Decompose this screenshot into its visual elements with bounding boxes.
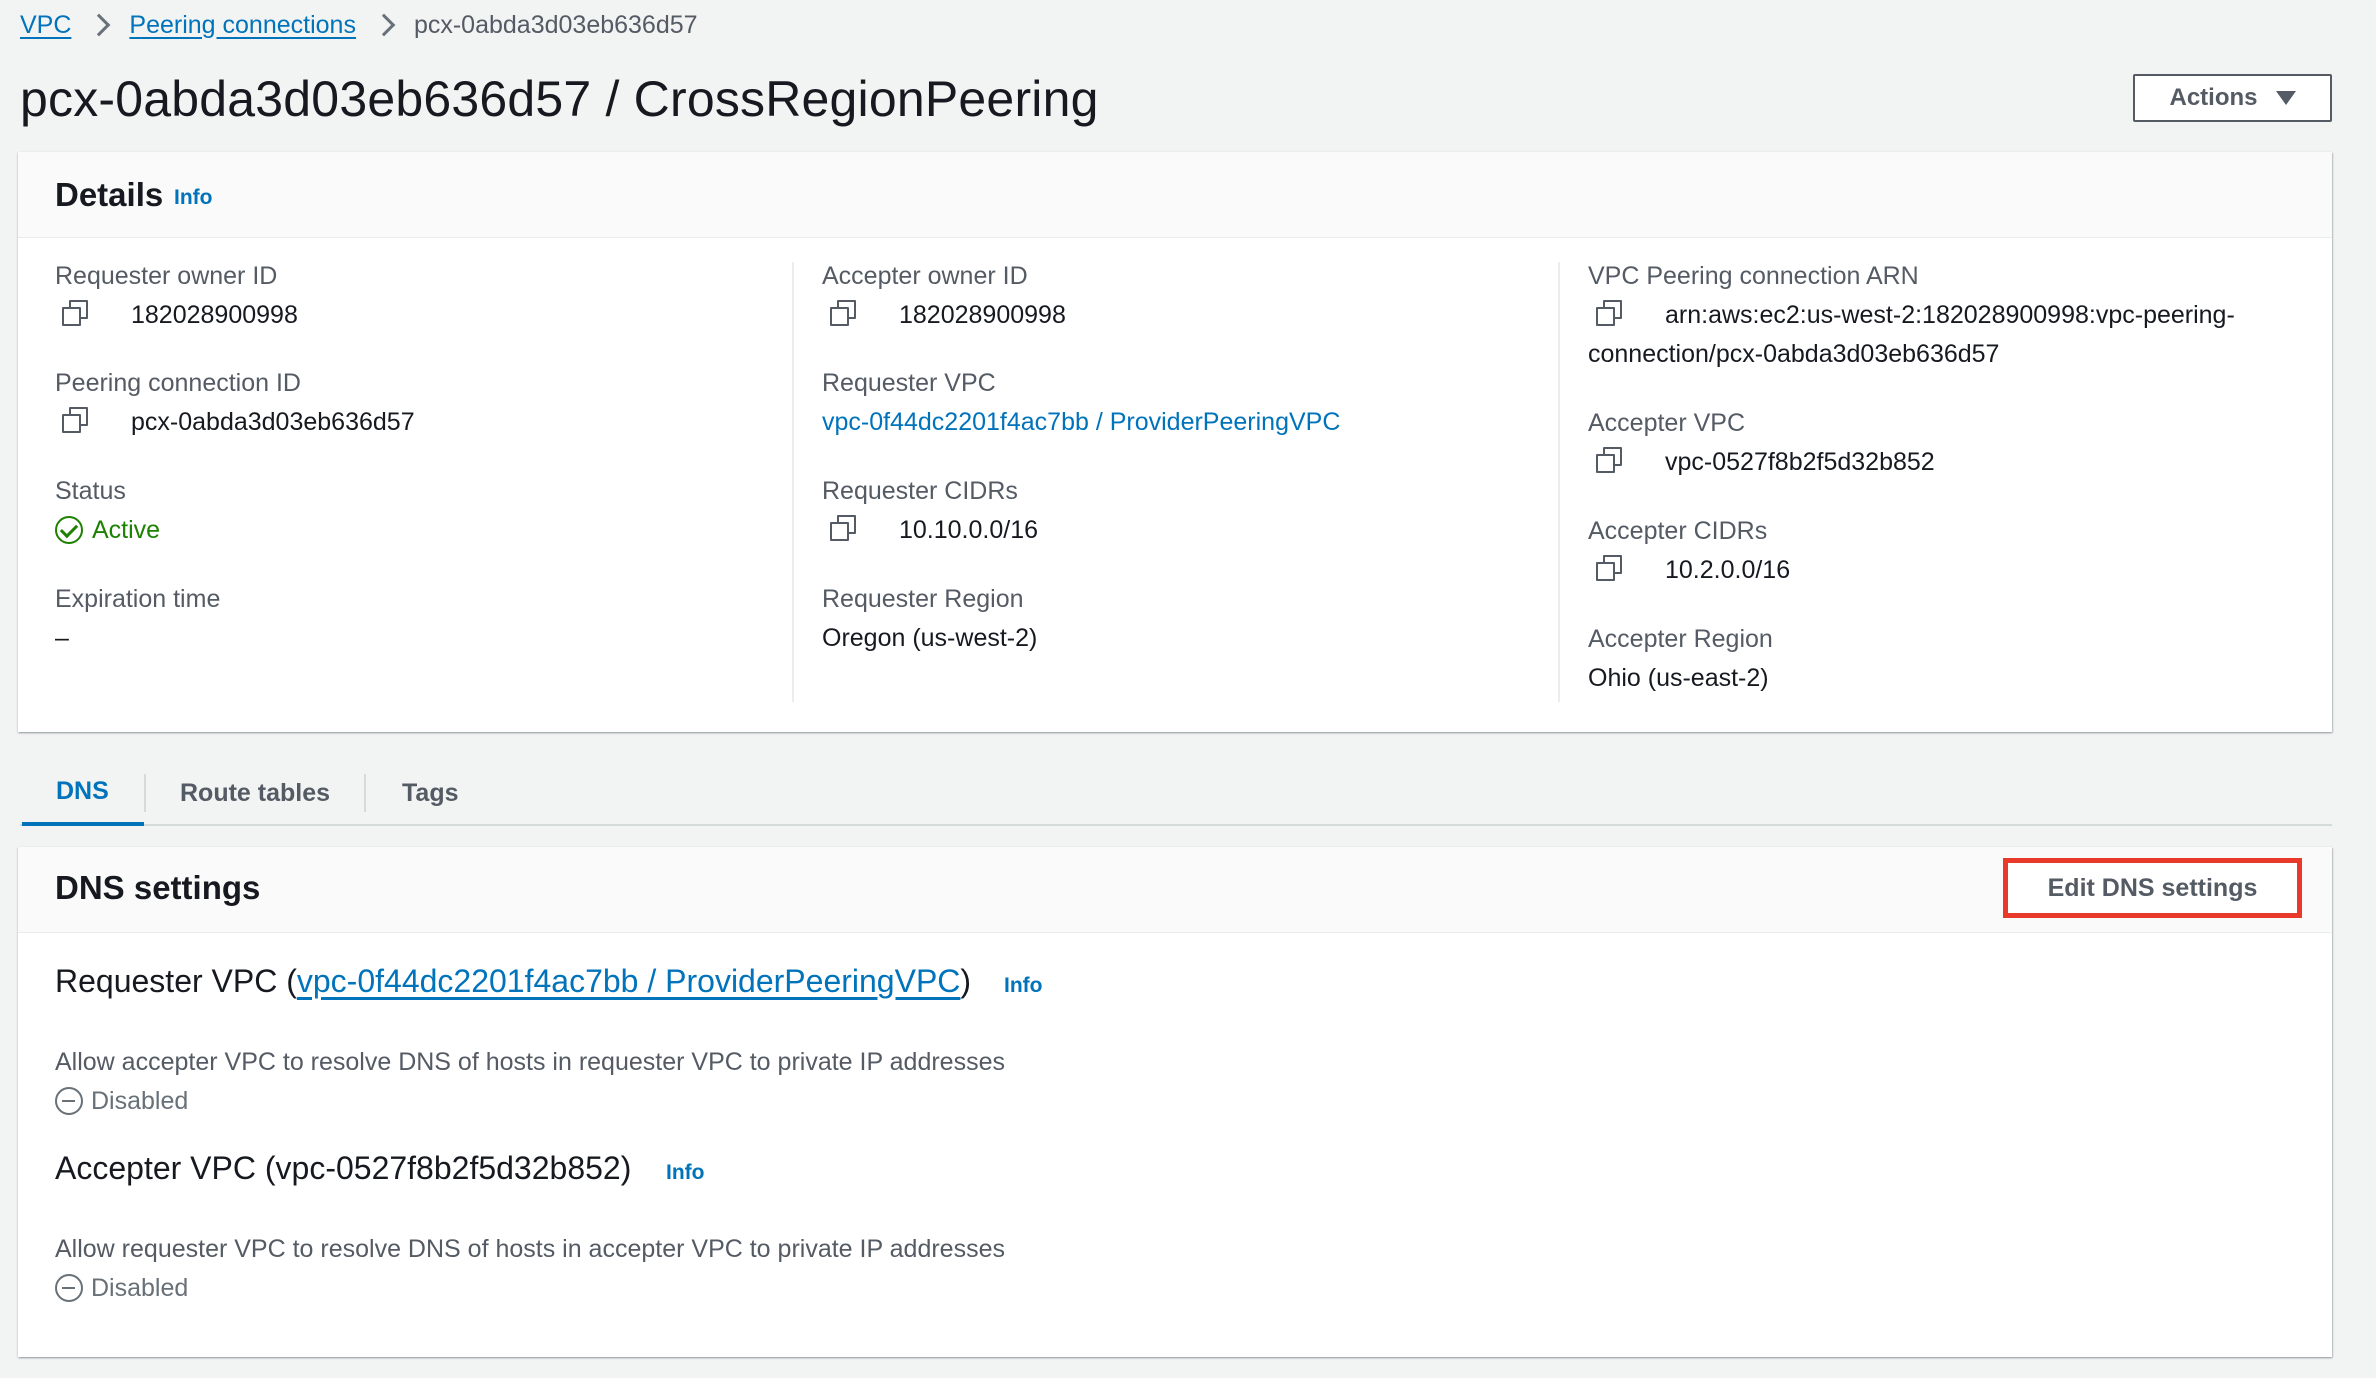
accepter-cidrs-value: 10.2.0.0/16 — [1665, 556, 1791, 584]
accepter-vpc-label: Accepter VPC — [1588, 409, 1746, 437]
requester-cidrs-label: Requester CIDRs — [822, 477, 1018, 505]
details-header: Details Info — [18, 152, 2332, 238]
details-title: Details — [55, 176, 164, 213]
requester-dns-info-link[interactable]: Info — [1004, 974, 1042, 998]
dns-settings-panel: DNS settings Requester VPC (vpc-0f44dc22… — [18, 847, 2332, 1357]
requester-owner-id-value: 182028900998 — [131, 301, 298, 329]
page-title: pcx-0abda3d03eb636d57 / CrossRegionPeeri… — [20, 71, 1099, 127]
tabs: DNS Route tables Tags — [20, 760, 2332, 826]
chevron-right-icon — [88, 13, 111, 37]
details-column-3: VPC Peering connection ARN arn:aws:ec2:u… — [1558, 262, 2318, 702]
requester-vpc-dns-link[interactable]: vpc-0f44dc2201f4ac7bb / ProviderPeeringV… — [297, 963, 961, 999]
caret-down-icon — [2275, 91, 2296, 105]
edit-dns-settings-button[interactable]: Edit DNS settings — [2003, 858, 2302, 918]
details-column-2: Accepter owner ID 182028900998 Requester… — [792, 262, 1558, 702]
breadcrumb: VPC Peering connections pcx-0abda3d03eb6… — [20, 8, 698, 42]
requester-vpc-dns-title: Requester VPC (vpc-0f44dc2201f4ac7bb / P… — [55, 963, 971, 1000]
details-panel: Details Info Requester owner ID 18202890… — [18, 152, 2332, 732]
details-column-1: Requester owner ID 182028900998 Peering … — [55, 262, 795, 702]
breadcrumb-peering-connections[interactable]: Peering connections — [129, 11, 356, 40]
requester-vpc-link[interactable]: vpc-0f44dc2201f4ac7bb / ProviderPeeringV… — [822, 408, 1340, 437]
arn-label: VPC Peering connection ARN — [1588, 262, 1919, 290]
breadcrumb-current: pcx-0abda3d03eb636d57 — [413, 10, 698, 39]
requester-vpc-dns-suffix: ) — [960, 963, 972, 999]
copy-icon[interactable] — [830, 300, 856, 326]
copy-icon[interactable] — [830, 515, 856, 541]
accepter-owner-id-label: Accepter owner ID — [822, 262, 1028, 290]
tab-divider — [364, 774, 366, 812]
status-disabled-icon — [55, 1087, 83, 1115]
tab-divider — [144, 774, 146, 812]
accepter-owner-id-value: 182028900998 — [899, 301, 1066, 329]
arn-value-line1: arn:aws:ec2:us-west-2:182028900998:vpc-p… — [1665, 301, 2235, 329]
accepter-dns-setting-value: Disabled — [91, 1274, 189, 1302]
copy-icon[interactable] — [1596, 300, 1622, 326]
actions-button[interactable]: Actions — [2133, 74, 2332, 122]
accepter-dns-info-link[interactable]: Info — [666, 1161, 704, 1185]
page: VPC Peering connections pcx-0abda3d03eb6… — [0, 0, 2376, 1378]
accepter-region-value: Ohio (us-east-2) — [1588, 664, 1769, 692]
requester-region-value: Oregon (us-west-2) — [822, 624, 1038, 652]
status-disabled-icon — [55, 1274, 83, 1302]
requester-dns-setting-label: Allow accepter VPC to resolve DNS of hos… — [55, 1048, 1005, 1076]
requester-owner-id-label: Requester owner ID — [55, 262, 278, 290]
copy-icon[interactable] — [1596, 447, 1622, 473]
breadcrumb-vpc[interactable]: VPC — [20, 11, 71, 40]
chevron-right-icon — [372, 13, 396, 37]
expiration-time-value: – — [55, 624, 69, 652]
tab-route-tables[interactable]: Route tables — [180, 760, 330, 826]
copy-icon[interactable] — [62, 407, 88, 433]
tab-dns[interactable]: DNS — [22, 760, 144, 826]
requester-vpc-label: Requester VPC — [822, 369, 996, 397]
dns-settings-title: DNS settings — [55, 869, 261, 906]
dns-settings-header: DNS settings — [18, 847, 2332, 933]
accepter-vpc-value: vpc-0527f8b2f5d32b852 — [1665, 448, 1935, 476]
accepter-vpc-dns-title: Accepter VPC (vpc-0527f8b2f5d32b852) — [55, 1150, 632, 1186]
status-value: Active — [92, 516, 161, 544]
requester-vpc-dns-prefix: Requester VPC ( — [55, 963, 297, 999]
peering-connection-id-value: pcx-0abda3d03eb636d57 — [131, 408, 415, 436]
status-success-icon — [55, 516, 83, 544]
tab-tags[interactable]: Tags — [402, 760, 459, 826]
copy-icon[interactable] — [62, 300, 88, 326]
expiration-time-label: Expiration time — [55, 585, 221, 613]
accepter-region-label: Accepter Region — [1588, 625, 1773, 653]
accepter-cidrs-label: Accepter CIDRs — [1588, 517, 1768, 545]
requester-dns-setting-value: Disabled — [91, 1087, 189, 1115]
accepter-dns-setting-label: Allow requester VPC to resolve DNS of ho… — [55, 1235, 1005, 1263]
copy-icon[interactable] — [1596, 555, 1622, 581]
peering-connection-id-label: Peering connection ID — [55, 369, 301, 397]
requester-region-label: Requester Region — [822, 585, 1024, 613]
status-label: Status — [55, 477, 126, 505]
details-info-link[interactable]: Info — [174, 186, 212, 210]
arn-value-line2: connection/pcx-0abda3d03eb636d57 — [1588, 340, 2000, 368]
actions-label: Actions — [2169, 84, 2258, 111]
requester-cidrs-value: 10.10.0.0/16 — [899, 516, 1039, 544]
